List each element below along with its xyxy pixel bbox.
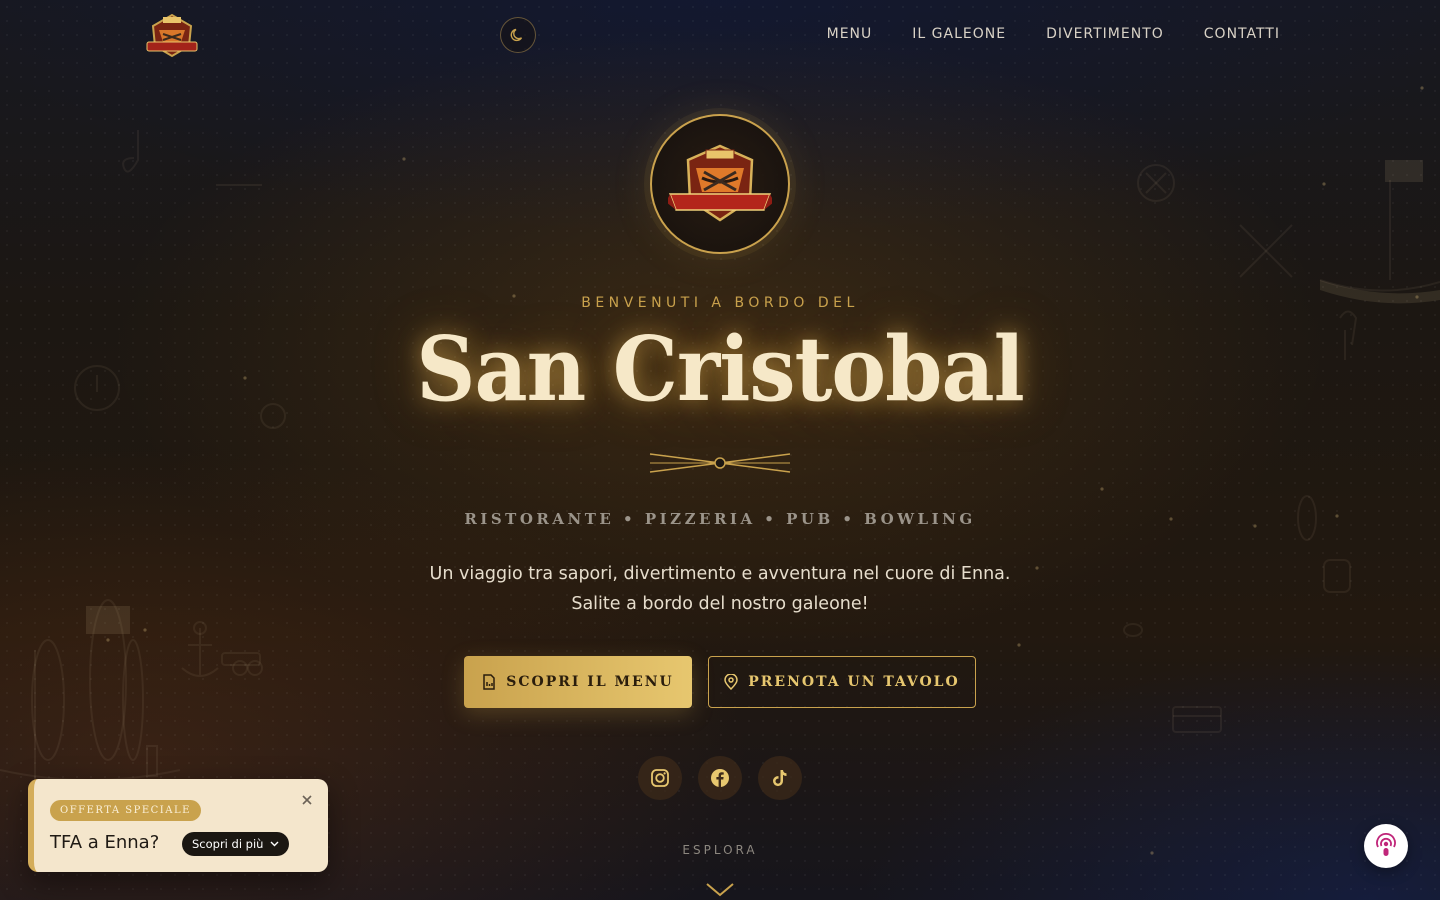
book-table-label: PRENOTA UN TAVOLO: [748, 674, 960, 690]
tiktok-icon: [773, 770, 787, 787]
hero-intro: Un viaggio tra sapori, divertimento e av…: [0, 559, 1440, 619]
social-links: [638, 756, 802, 800]
podcast-icon: [1376, 833, 1396, 856]
discover-menu-label: SCOPRI IL MENU: [506, 674, 674, 690]
chevron-down-icon[interactable]: [704, 876, 736, 900]
nav-link-menu[interactable]: MENU: [827, 26, 873, 42]
theme-toggle-button[interactable]: [500, 17, 536, 53]
document-icon: [483, 674, 495, 690]
promo-card: OFFERTA SPECIALE TFA a Enna? Scopri di p…: [28, 779, 328, 872]
promo-learn-more-label: Scopri di più: [192, 837, 264, 851]
promo-title: TFA a Enna?: [50, 832, 160, 853]
instagram-link[interactable]: [638, 756, 682, 800]
map-pin-icon: [724, 674, 739, 690]
hero-title: San Cristobal: [416, 318, 1025, 422]
welcome-kicker: BENVENUTI A BORDO DEL: [581, 295, 859, 311]
tiktok-link[interactable]: [758, 756, 802, 800]
moon-icon: [510, 28, 523, 42]
discover-menu-button[interactable]: SCOPRI IL MENU: [464, 656, 692, 708]
nav-link-contatti[interactable]: CONTATTI: [1204, 26, 1280, 42]
nav-link-divertimento[interactable]: DIVERTIMENTO: [1046, 26, 1164, 42]
promo-learn-more-button[interactable]: Scopri di più: [182, 832, 290, 856]
top-navigation: MENU IL GALEONE DIVERTIMENTO CONTATTI: [0, 0, 1440, 70]
facebook-icon: [711, 769, 729, 787]
nav-links: MENU IL GALEONE DIVERTIMENTO CONTATTI: [827, 26, 1280, 42]
instagram-icon: [651, 769, 669, 787]
chevron-down-icon: [270, 841, 279, 847]
intro-line-2: Salite a bordo del nostro galeone!: [571, 594, 869, 614]
ornamental-divider: [649, 453, 791, 473]
floating-widget-button[interactable]: [1364, 824, 1408, 868]
promo-badge: OFFERTA SPECIALE: [50, 800, 201, 821]
close-icon[interactable]: [300, 793, 314, 807]
intro-line-1: Un viaggio tra sapori, divertimento e av…: [429, 564, 1011, 584]
galleon-crest-logo: [668, 144, 772, 222]
book-table-button[interactable]: PRENOTA UN TAVOLO: [708, 656, 976, 708]
hero-emblem: [650, 114, 790, 254]
nav-link-il-galeone[interactable]: IL GALEONE: [912, 26, 1006, 42]
hero-subtitle: RISTORANTE • PIZZERIA • PUB • BOWLING: [464, 510, 976, 528]
site-logo[interactable]: [143, 12, 201, 58]
facebook-link[interactable]: [698, 756, 742, 800]
